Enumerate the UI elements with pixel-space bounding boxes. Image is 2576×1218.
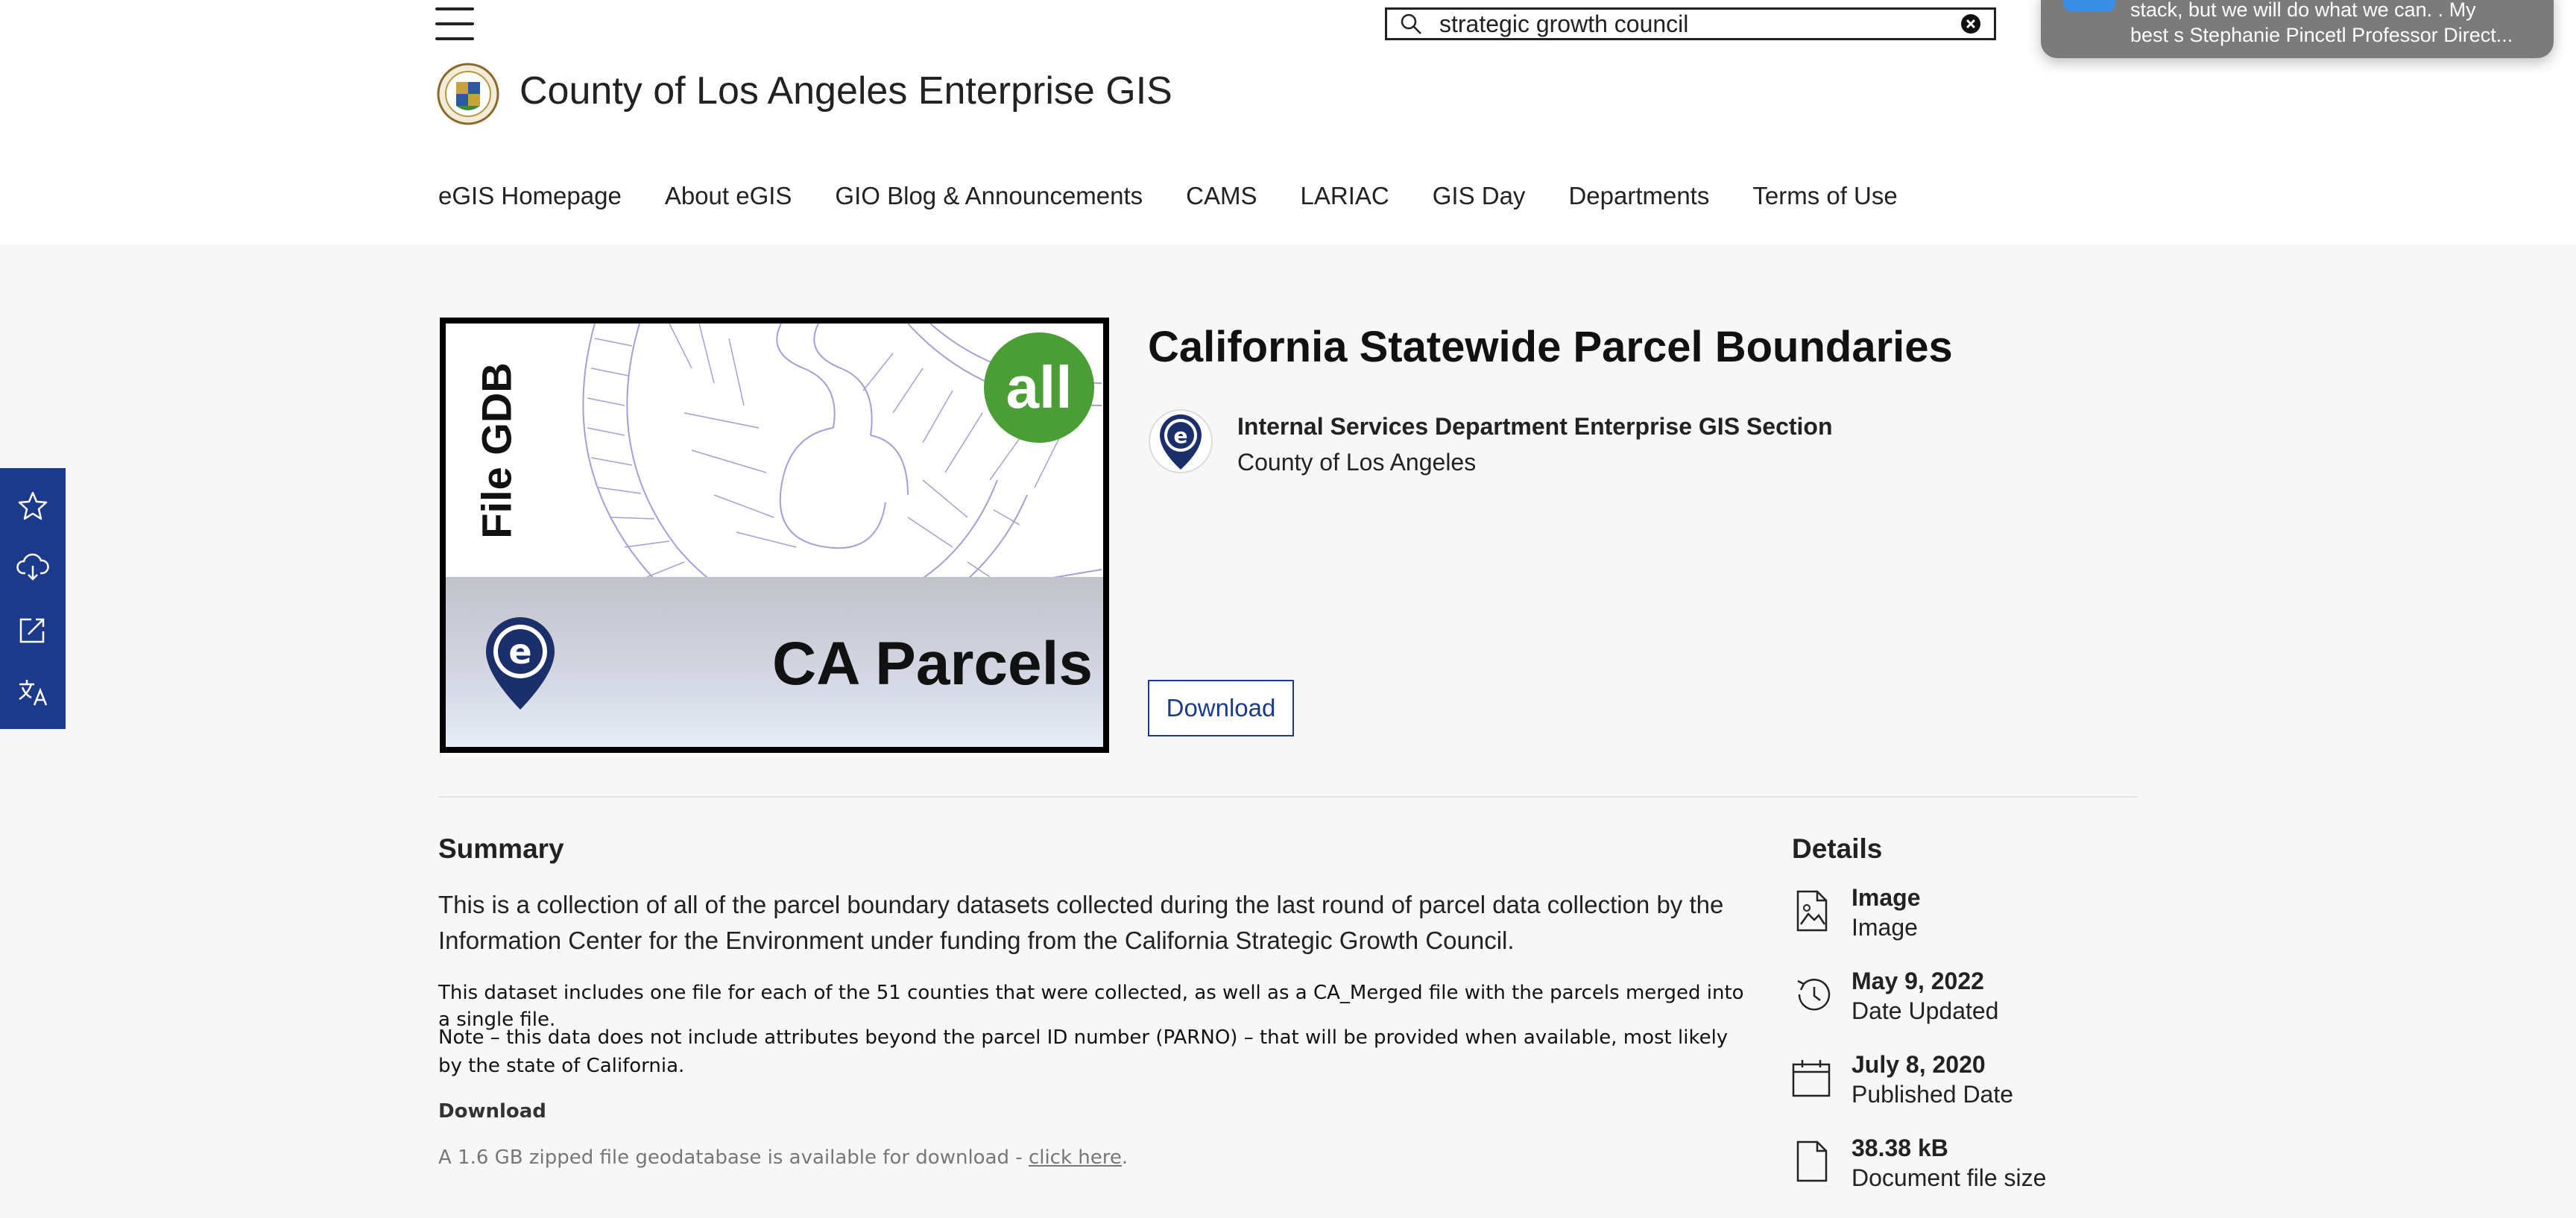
summary-paragraph-3: Note – this data does not include attrib… — [438, 1026, 1729, 1077]
notification-text-line-1: stack, but we will do what we can. . My — [2130, 0, 2476, 21]
star-icon — [18, 491, 48, 520]
county-seal-logo[interactable] — [437, 63, 499, 125]
download-paragraph-end: . — [1121, 1146, 1128, 1169]
summary-heading: Summary — [438, 833, 564, 864]
detail-date-updated: May 9, 2022 Date Updated — [1792, 968, 2120, 1035]
notification-text-line-2: best s Stephanie Pincetl Professor Direc… — [2130, 24, 2513, 46]
notification-popup[interactable]: stack, but we will do what we can. . My … — [2041, 0, 2554, 58]
nav-lariac[interactable]: LARIAC — [1301, 182, 1389, 210]
favorite-button[interactable] — [15, 487, 51, 523]
detail-value: May 9, 2022 — [1852, 968, 1984, 994]
site-title[interactable]: County of Los Angeles Enterprise GIS — [520, 69, 1172, 113]
side-toolbar — [0, 468, 66, 729]
history-icon — [1797, 979, 1831, 1011]
nav-departments[interactable]: Departments — [1568, 182, 1709, 210]
detail-label: Document file size — [1852, 1164, 2047, 1191]
menu-icon[interactable] — [435, 7, 474, 40]
calendar-icon — [1792, 1060, 1831, 1097]
svg-text:e: e — [1174, 423, 1188, 448]
search-input[interactable]: strategic growth council — [1385, 7, 1996, 40]
detail-value: July 8, 2020 — [1852, 1051, 1986, 1078]
detail-value: Image — [1852, 884, 1921, 911]
download-subheading: Download — [438, 1100, 546, 1123]
document-icon — [1796, 1140, 1828, 1182]
notification-app-icon — [2063, 0, 2115, 12]
download-side-button[interactable] — [15, 549, 51, 585]
thumbnail-main-label: CA Parcels — [772, 630, 1093, 698]
svg-text:e: e — [508, 631, 531, 672]
image-file-icon — [1796, 890, 1828, 932]
translate-button[interactable] — [15, 674, 51, 710]
detail-label: Date Updated — [1852, 997, 1999, 1024]
owner-name-link[interactable]: Internal Services Department Enterprise … — [1237, 413, 1833, 441]
detail-file-size: 38.38 kB Document file size — [1792, 1135, 2120, 1202]
egis-pin-logo: e — [486, 617, 555, 710]
main-nav: eGIS Homepage About eGIS GIO Blog & Anno… — [438, 182, 1898, 210]
search-icon — [1401, 13, 1421, 34]
nav-gio-blog[interactable]: GIO Blog & Announcements — [835, 182, 1143, 210]
nav-terms-of-use[interactable]: Terms of Use — [1752, 182, 1897, 210]
search-query[interactable]: strategic growth council — [1439, 10, 1960, 38]
thumbnail-side-label: File GDB — [473, 362, 520, 539]
detail-label: Image — [1852, 914, 1918, 941]
click-here-link[interactable]: click here — [1029, 1146, 1122, 1169]
owner-logo[interactable]: e — [1148, 408, 1213, 474]
owner-organization: County of Los Angeles — [1237, 449, 1477, 476]
share-icon — [19, 618, 45, 643]
detail-label: Published Date — [1852, 1081, 2014, 1108]
nav-gis-day[interactable]: GIS Day — [1433, 182, 1526, 210]
summary-paragraph-1: This is a collection of all of the parce… — [438, 891, 1724, 954]
nav-cams[interactable]: CAMS — [1186, 182, 1257, 210]
detail-item-type: Image Image — [1792, 884, 2120, 951]
cloud-download-icon — [16, 553, 49, 581]
detail-published-date: July 8, 2020 Published Date — [1792, 1051, 2120, 1118]
download-paragraph-text: A 1.6 GB zipped file geodatabase is avai… — [438, 1146, 1029, 1169]
nav-egis-homepage[interactable]: eGIS Homepage — [438, 182, 622, 210]
section-divider — [438, 796, 2138, 798]
nav-about-egis[interactable]: About eGIS — [665, 182, 792, 210]
share-button[interactable] — [15, 612, 51, 648]
item-thumbnail: e File GDB all CA Parcels — [440, 318, 1109, 753]
details-heading: Details — [1792, 833, 1883, 864]
thumbnail-badge: all — [984, 332, 1094, 443]
clear-search-icon[interactable] — [1960, 13, 1982, 35]
item-title: California Statewide Parcel Boundaries — [1148, 323, 1953, 371]
translate-icon — [19, 680, 48, 706]
download-button[interactable]: Download — [1148, 680, 1294, 736]
detail-value: 38.38 kB — [1852, 1135, 1948, 1161]
download-paragraph: A 1.6 GB zipped file geodatabase is avai… — [438, 1146, 1128, 1169]
